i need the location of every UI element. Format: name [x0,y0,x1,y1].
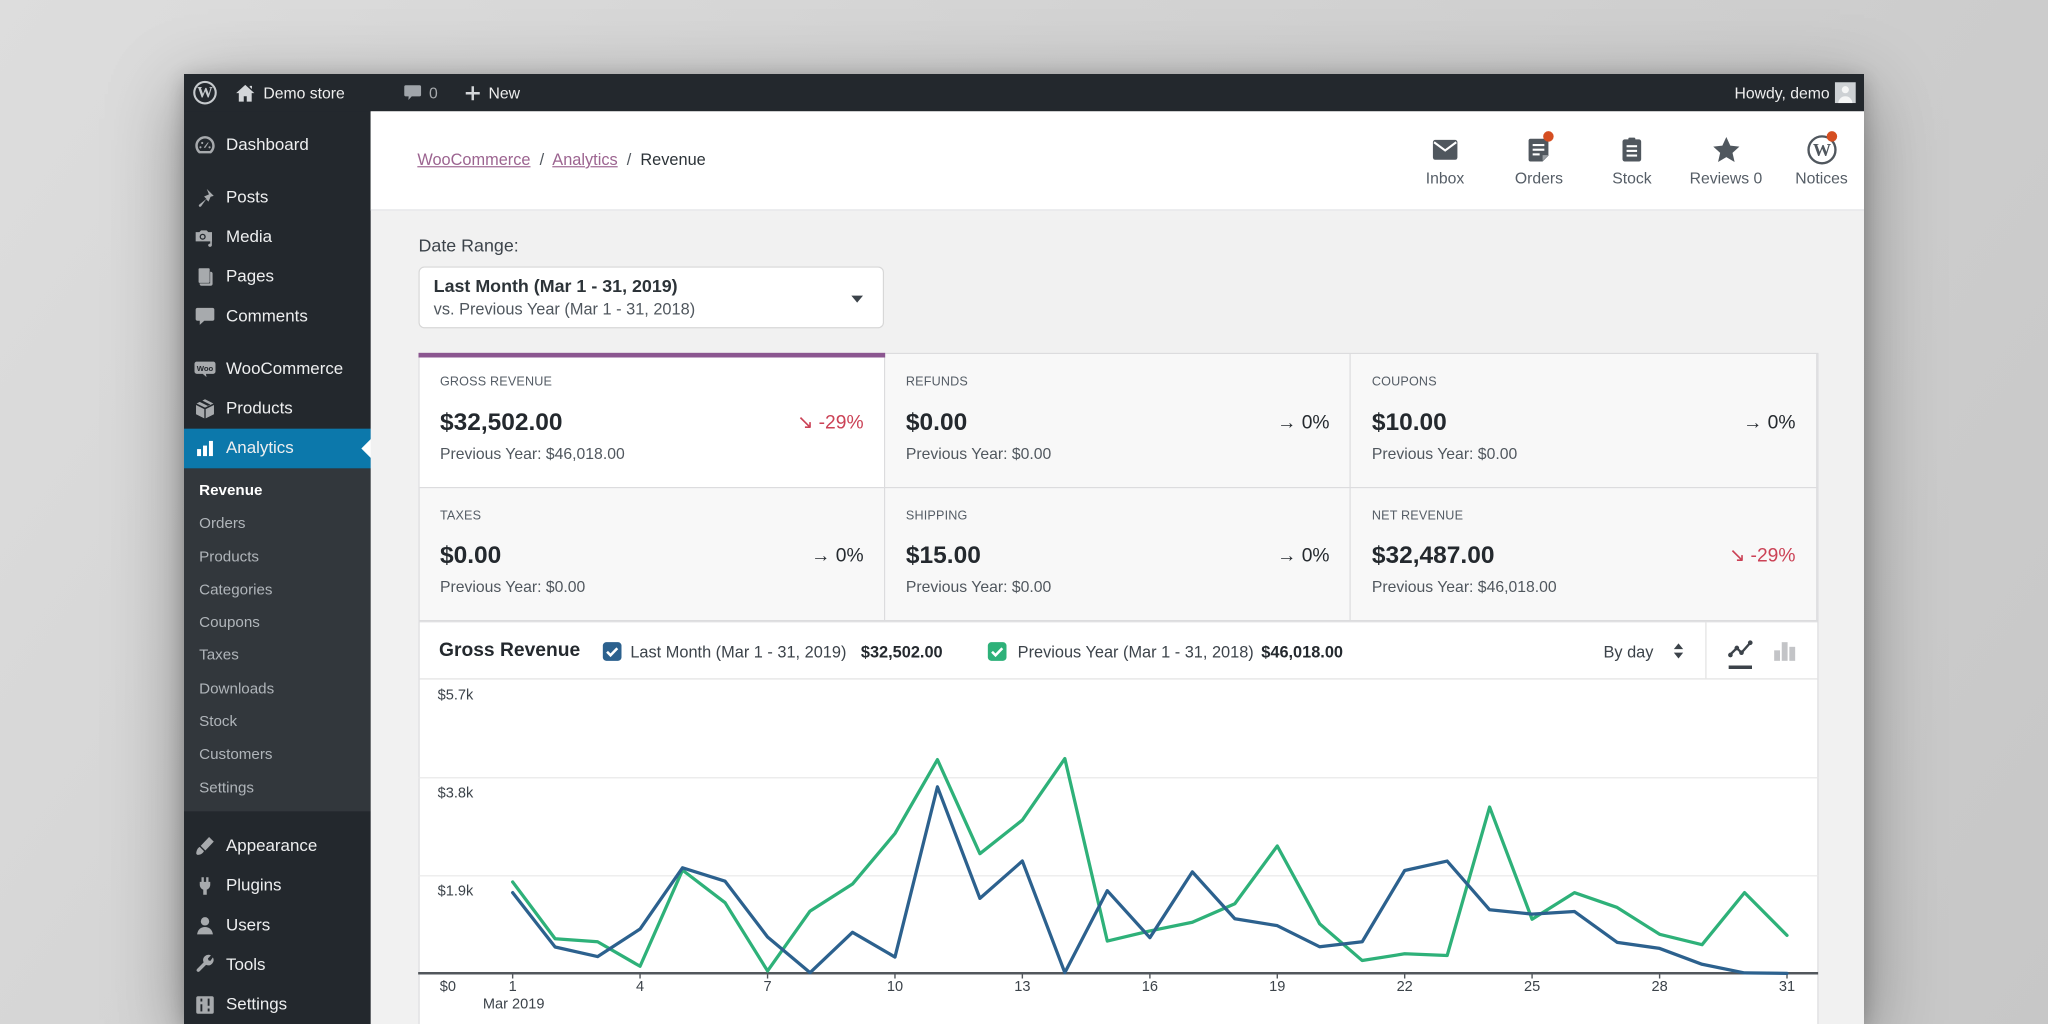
svg-text:W: W [1812,140,1830,160]
svg-text:Woo: Woo [197,364,214,373]
svg-text:W: W [197,85,213,102]
